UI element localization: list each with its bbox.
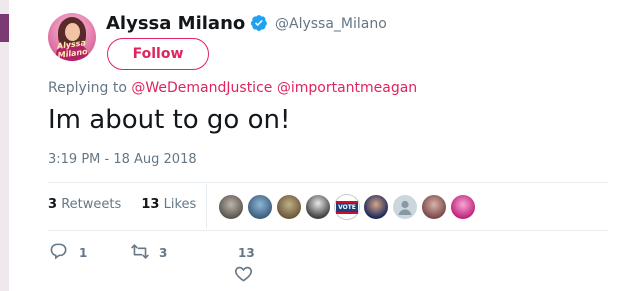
divider [48, 230, 608, 231]
liker-avatar[interactable] [421, 194, 447, 220]
likes-count[interactable]: 13 [141, 197, 159, 212]
liker-avatar[interactable] [305, 194, 331, 220]
liker-avatar[interactable] [247, 194, 273, 220]
liker-avatar[interactable] [276, 194, 302, 220]
retweet-count[interactable]: 3 [159, 246, 167, 260]
retweet-icon[interactable] [130, 242, 150, 261]
background-edge-accent [0, 14, 9, 42]
reply-icon[interactable] [49, 242, 68, 261]
stats-separator [206, 184, 207, 228]
background-edge [0, 0, 9, 291]
avatar-logo-text: Alyssa Milano [56, 38, 89, 61]
retweets-label[interactable]: Retweets [61, 197, 121, 212]
liker-avatar[interactable] [218, 194, 244, 220]
heart-icon[interactable] [234, 264, 253, 283]
tweet-text: Im about to go on! [48, 105, 291, 135]
tweet-timestamp[interactable]: 3:19 PM - 18 Aug 2018 [48, 152, 197, 167]
vote-avatar[interactable]: VOTE [334, 194, 360, 220]
reply-count[interactable]: 1 [79, 246, 87, 260]
likes-label[interactable]: Likes [164, 197, 197, 212]
like-count[interactable]: 13 [238, 246, 255, 260]
profile-avatar[interactable]: Alyssa Milano [48, 13, 96, 61]
user-handle[interactable]: @Alyssa_Milano [275, 16, 387, 32]
user-display-name[interactable]: Alyssa Milano [106, 13, 245, 34]
default-user-icon [398, 200, 412, 215]
mention-link[interactable]: @importantmeagan [277, 80, 417, 96]
divider [48, 182, 608, 183]
liker-avatar[interactable] [450, 194, 476, 220]
replying-to-line: Replying to @WeDemandJustice @importantm… [48, 80, 417, 96]
verified-badge-icon [250, 15, 267, 31]
follow-button[interactable]: Follow [107, 38, 209, 70]
liker-avatar[interactable] [363, 194, 389, 220]
default-avatar[interactable] [392, 194, 418, 220]
replying-to-label: Replying to [48, 80, 127, 96]
retweets-count[interactable]: 3 [48, 197, 57, 212]
mention-link[interactable]: @WeDemandJustice [131, 80, 272, 96]
tweet-stats: 3 Retweets 13 Likes [48, 197, 196, 212]
